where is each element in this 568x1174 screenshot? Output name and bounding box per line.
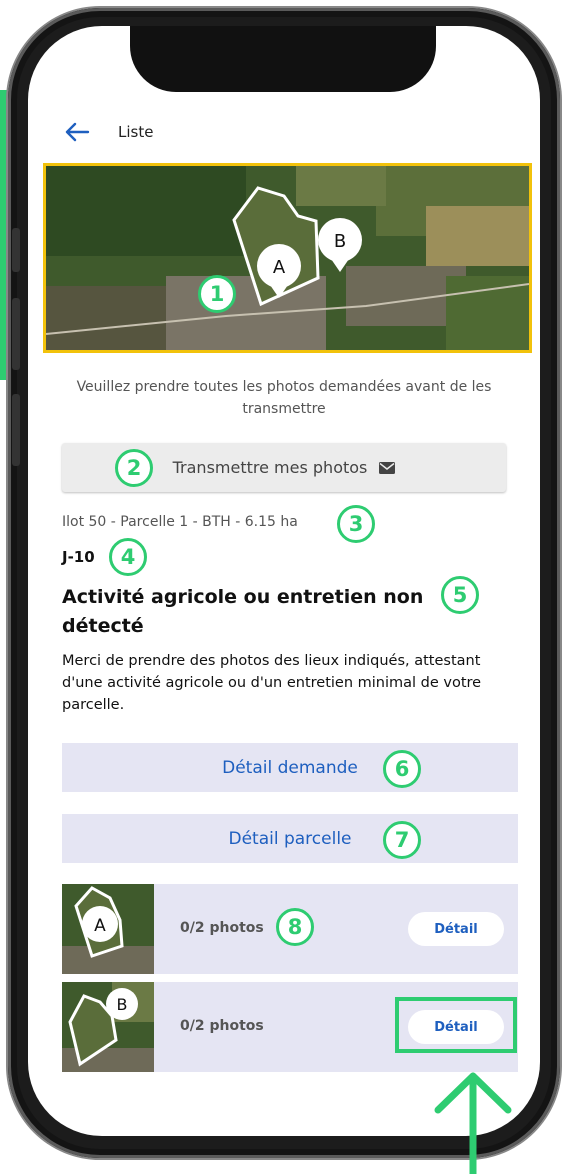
page-title: Liste bbox=[118, 123, 154, 141]
annotation-badge-4: 4 bbox=[109, 538, 147, 576]
parcel-info: Ilot 50 - Parcelle 1 - BTH - 6.15 ha bbox=[62, 514, 298, 530]
photo-count-a: 0/2 photos bbox=[180, 920, 264, 936]
parcel-map[interactable]: A B bbox=[43, 163, 532, 353]
anomaly-title: Activité agricole ou entretien non détec… bbox=[62, 586, 424, 637]
annotation-badge-2: 2 bbox=[115, 449, 153, 487]
app-header: Liste bbox=[64, 118, 153, 146]
annotation-badge-3: 3 bbox=[337, 505, 375, 543]
phone-notch bbox=[130, 26, 436, 92]
svg-text:B: B bbox=[117, 995, 128, 1014]
svg-text:A: A bbox=[94, 916, 106, 936]
phone-side-button bbox=[12, 228, 20, 272]
annotation-badge-5: 5 bbox=[441, 576, 479, 614]
annotation-badge-7: 7 bbox=[383, 821, 421, 859]
detail-parcel-button[interactable]: Détail parcelle bbox=[62, 814, 518, 863]
detail-highlight-box bbox=[395, 997, 517, 1053]
thumbnail-b: B bbox=[62, 982, 154, 1072]
detail-button-a[interactable]: Détail bbox=[408, 912, 504, 946]
envelope-icon bbox=[379, 461, 396, 474]
phone-side-button bbox=[12, 394, 20, 466]
instruction-text: Veuillez prendre toutes les photos deman… bbox=[76, 379, 492, 417]
arrow-left-icon[interactable] bbox=[64, 122, 90, 142]
annotation-badge-6: 6 bbox=[383, 750, 421, 788]
detail-request-button[interactable]: Détail demande bbox=[62, 743, 518, 792]
arrow-up-icon bbox=[434, 1072, 512, 1174]
send-photos-label: Transmettre mes photos bbox=[172, 458, 368, 477]
thumbnail-a: A bbox=[62, 884, 154, 974]
annotation-badge-1: 1 bbox=[198, 275, 236, 313]
svg-text:B: B bbox=[334, 231, 346, 252]
deadline-label: J-10 bbox=[62, 548, 95, 566]
phone-side-button bbox=[12, 298, 20, 370]
svg-text:A: A bbox=[273, 257, 286, 278]
anomaly-description: Merci de prendre des photos des lieux in… bbox=[62, 653, 482, 713]
photo-count-b: 0/2 photos bbox=[180, 1018, 264, 1034]
annotation-badge-8: 8 bbox=[276, 908, 314, 946]
